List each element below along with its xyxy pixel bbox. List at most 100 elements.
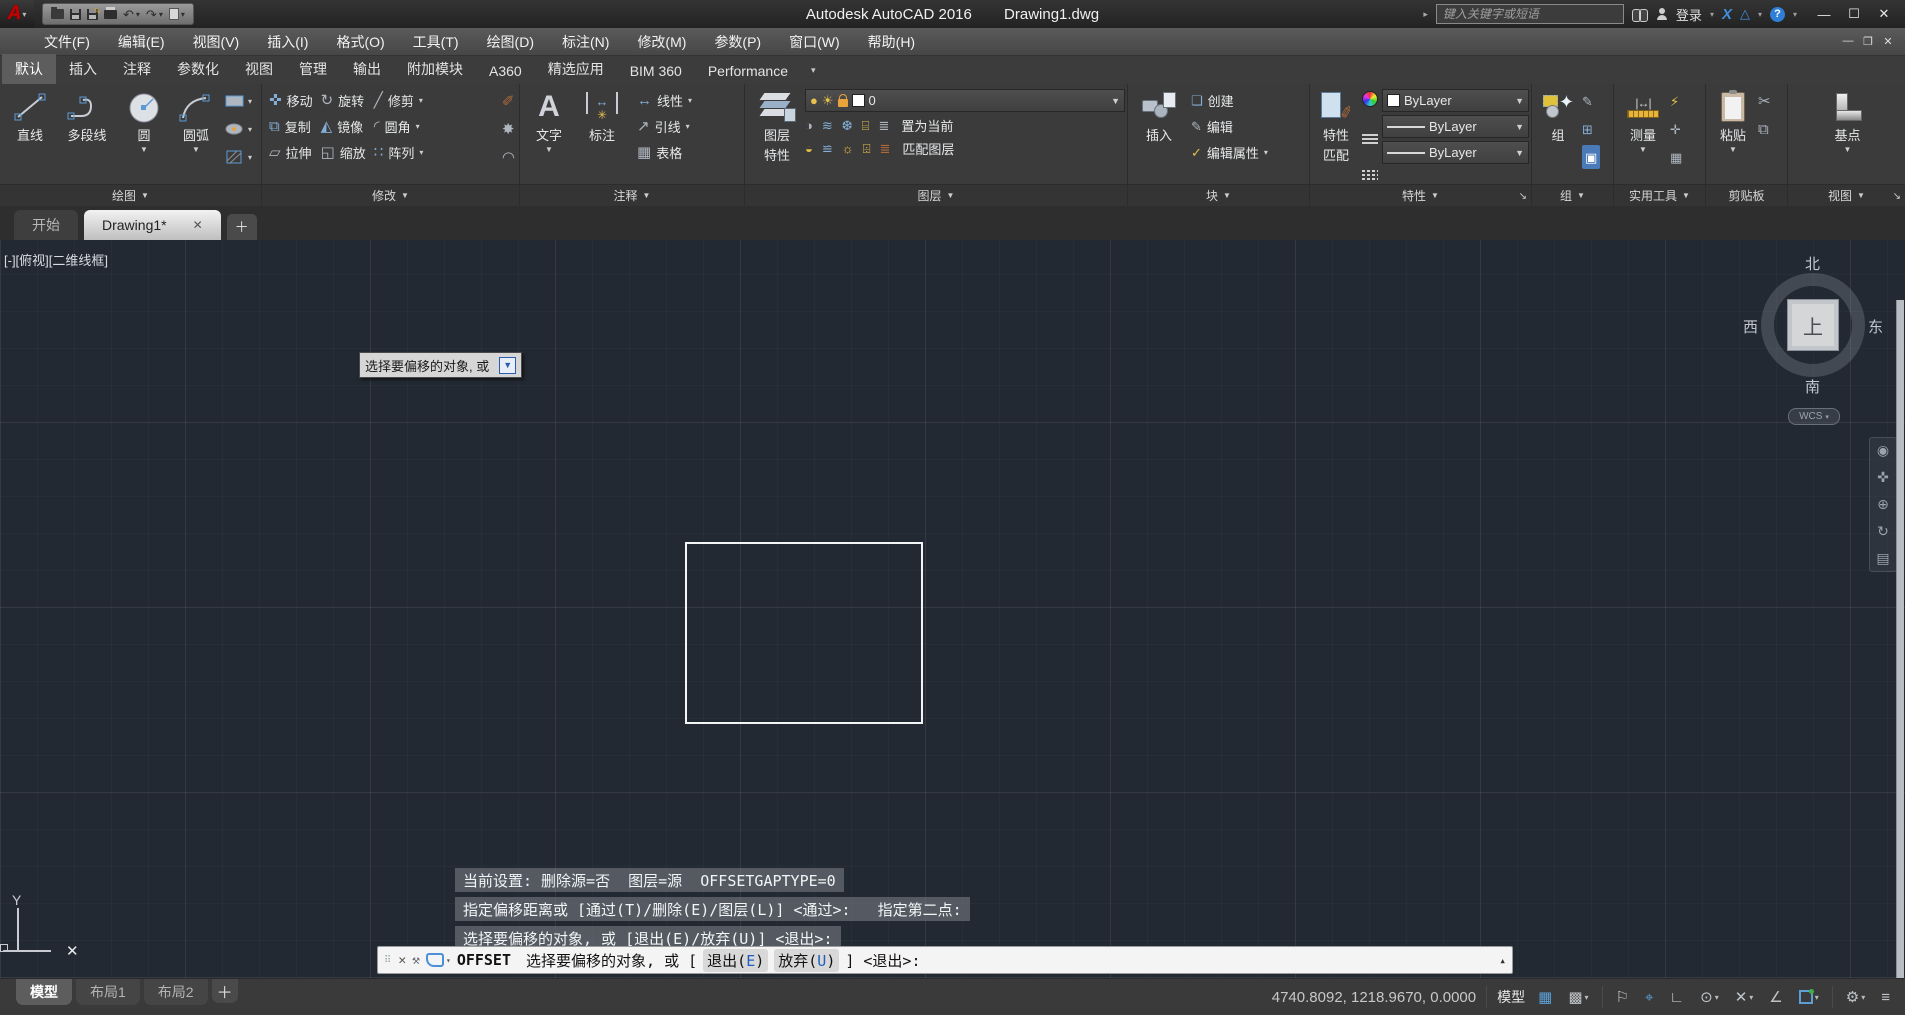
menu-help[interactable]: 帮助(H) bbox=[854, 28, 929, 56]
layer-thaw-sun-icon[interactable]: ☀ bbox=[822, 94, 834, 107]
paste-button[interactable]: 粘贴 ▼ bbox=[1710, 87, 1756, 184]
polar-tracking-toggle[interactable]: ⊙ ▾ bbox=[1697, 986, 1722, 1008]
model-tab[interactable]: 模型 bbox=[16, 979, 72, 1005]
trim-button[interactable]: ╱ 修剪 ▾ bbox=[371, 87, 427, 113]
menu-format[interactable]: 格式(O) bbox=[322, 28, 398, 56]
mirror-button[interactable]: ◭ 镜像 bbox=[318, 113, 369, 139]
menu-window[interactable]: 窗口(W) bbox=[775, 28, 854, 56]
viewcube-top-face[interactable]: 上 bbox=[1787, 299, 1839, 351]
close-button[interactable]: ✕ bbox=[1869, 2, 1899, 26]
a360-icon[interactable]: △ bbox=[1740, 6, 1750, 22]
chevron-down-icon[interactable]: ▾ bbox=[1758, 10, 1762, 19]
ribbon-tab-bim360[interactable]: BIM 360 bbox=[617, 58, 695, 84]
save-as-button[interactable]: ✎ bbox=[87, 6, 101, 20]
ribbon-tab-home[interactable]: 默认 bbox=[2, 54, 56, 84]
match-properties-button[interactable]: ✐ 特性 匹配 bbox=[1314, 87, 1358, 184]
ribbon-options-caret-icon[interactable]: ▾ bbox=[801, 57, 826, 84]
panel-footer-layers[interactable]: 图层 ▼ bbox=[745, 184, 1127, 206]
layer-unlock-all-button[interactable]: ⌹ bbox=[863, 142, 871, 155]
layer-on-bulb-icon[interactable]: ● bbox=[810, 94, 818, 107]
circle-button[interactable]: 圆 ▼ bbox=[118, 87, 170, 184]
chevron-down-icon[interactable]: ▾ bbox=[1710, 10, 1714, 19]
chevron-down-icon[interactable]: ▾ bbox=[446, 956, 451, 965]
maximize-button[interactable]: ☐ bbox=[1839, 2, 1869, 26]
viewcube-east[interactable]: 东 bbox=[1868, 316, 1883, 337]
close-tab-icon[interactable]: ✕ bbox=[193, 218, 203, 232]
create-block-button[interactable]: ❏ 创建 bbox=[1188, 87, 1271, 113]
steering-wheel-icon[interactable]: ◉ bbox=[1877, 442, 1889, 459]
ribbon-tab-featured-apps[interactable]: 精选应用 bbox=[535, 54, 617, 84]
layout1-tab[interactable]: 布局1 bbox=[76, 979, 140, 1005]
orbit-icon[interactable]: ↻ bbox=[1877, 523, 1889, 540]
scale-button[interactable]: ◱ 缩放 bbox=[318, 139, 369, 165]
ribbon-tab-insert[interactable]: 插入 bbox=[56, 54, 110, 84]
panel-footer-modify[interactable]: 修改 ▼ bbox=[262, 184, 519, 206]
showmotion-icon[interactable]: ▤ bbox=[1876, 550, 1889, 567]
minimize-button[interactable]: — bbox=[1809, 2, 1839, 26]
qat-customize-button[interactable]: ▾ bbox=[168, 8, 185, 20]
array-button[interactable]: ∷ 阵列 ▾ bbox=[371, 139, 427, 165]
panel-footer-groups[interactable]: 组 ▼ bbox=[1532, 184, 1613, 206]
layer-isolate-button[interactable]: ≋ bbox=[822, 119, 833, 132]
redo-button[interactable]: ↷ ▾ bbox=[146, 8, 163, 21]
ellipse-tool-button[interactable]: ▾ bbox=[224, 117, 252, 141]
edit-block-button[interactable]: ✎ 编辑 bbox=[1188, 113, 1271, 139]
customize-wrench-icon[interactable]: ⚒ bbox=[412, 953, 420, 968]
copy-button[interactable]: ⧉ 复制 bbox=[266, 113, 316, 139]
doc-minimize-button[interactable]: — bbox=[1839, 35, 1857, 48]
color-wheel-icon[interactable] bbox=[1362, 91, 1378, 107]
undo-option-button[interactable]: 放弃(U) bbox=[774, 948, 840, 972]
menu-tools[interactable]: 工具(T) bbox=[399, 28, 473, 56]
quick-select-button[interactable]: ⚡ bbox=[1670, 89, 1682, 113]
layer-select-combo[interactable]: ● ☀ 0 ▼ bbox=[805, 89, 1125, 112]
quick-calc-button[interactable]: ▦ bbox=[1670, 145, 1682, 169]
set-current-button[interactable]: 置为当前 bbox=[898, 115, 956, 135]
viewcube-west[interactable]: 西 bbox=[1743, 316, 1758, 337]
search-input[interactable] bbox=[1435, 4, 1624, 24]
insert-block-button[interactable]: 插入 bbox=[1132, 87, 1186, 184]
drawing-canvas[interactable]: [-][俯视][二维线框] 选择要偏移的对象, 或 ▼ 北 南 西 东 上 WC… bbox=[0, 240, 1905, 978]
fillet-button[interactable]: ◜ 圆角 ▾ bbox=[371, 113, 427, 139]
open-button[interactable] bbox=[51, 7, 64, 19]
file-tab-start[interactable]: 开始 bbox=[14, 210, 78, 240]
arc-button[interactable]: 圆弧 ▼ bbox=[170, 87, 222, 184]
infocenter-expand-icon[interactable]: ▸ bbox=[1423, 9, 1428, 20]
command-bar-close-button[interactable]: ✕ bbox=[398, 953, 406, 968]
panel-footer-draw[interactable]: 绘图 ▼ bbox=[0, 184, 261, 206]
layer-lock-button[interactable]: ⌸ bbox=[862, 119, 870, 132]
ribbon-tab-performance[interactable]: Performance bbox=[695, 58, 801, 84]
menu-insert[interactable]: 插入(I) bbox=[253, 28, 322, 56]
hatch-tool-button[interactable]: ▾ bbox=[224, 145, 252, 169]
workspace-switch-button[interactable]: ⚙ ▾ bbox=[1843, 986, 1868, 1008]
sign-in-button[interactable]: 登录 bbox=[1676, 5, 1702, 24]
ribbon-tab-addins[interactable]: 附加模块 bbox=[394, 54, 476, 84]
tooltip-options-button[interactable]: ▼ bbox=[499, 356, 517, 374]
doc-close-button[interactable]: ✕ bbox=[1879, 35, 1897, 48]
help-button[interactable]: ? bbox=[1769, 6, 1785, 22]
layer-unlock-icon[interactable] bbox=[837, 94, 848, 107]
explode-button[interactable]: ✸ bbox=[502, 117, 515, 141]
command-badge-icon[interactable] bbox=[425, 953, 444, 967]
wcs-menu-button[interactable]: WCS ▾ bbox=[1788, 408, 1840, 425]
lineweight-icon[interactable] bbox=[1362, 133, 1378, 144]
layer-properties-button[interactable]: 图层 特性 bbox=[749, 87, 805, 184]
polyline-button[interactable]: 多段线 bbox=[56, 87, 118, 184]
menu-draw[interactable]: 绘图(D) bbox=[473, 28, 548, 56]
ribbon-tab-view[interactable]: 视图 bbox=[232, 54, 286, 84]
chevron-down-icon[interactable]: ▾ bbox=[1793, 10, 1797, 19]
infer-constraints-toggle[interactable]: ⚐ bbox=[1613, 986, 1632, 1008]
new-layout-button[interactable]: ＋ bbox=[211, 979, 238, 1003]
lineweight-combo[interactable]: ByLayer ▼ bbox=[1382, 115, 1529, 138]
application-menu-button[interactable]: A ▾ bbox=[0, 0, 34, 28]
panel-footer-utilities[interactable]: 实用工具 ▼ bbox=[1614, 184, 1705, 206]
drawn-rectangle[interactable] bbox=[685, 542, 923, 724]
linetype-combo[interactable]: ByLayer ▼ bbox=[1382, 141, 1529, 164]
group-edit-button[interactable]: ⊞ bbox=[1582, 117, 1600, 141]
undo-button[interactable]: ↶ ▾ bbox=[123, 8, 140, 21]
exit-option-button[interactable]: 退出(E) bbox=[703, 948, 769, 972]
text-button[interactable]: A 文字 ▼ bbox=[524, 87, 574, 184]
group-selection-toggle[interactable]: ▣ bbox=[1582, 145, 1601, 169]
linetype-icon[interactable] bbox=[1362, 170, 1378, 180]
search-binoculars-icon[interactable] bbox=[1631, 8, 1648, 22]
layer-unisolate-button[interactable]: ≌ bbox=[822, 142, 833, 155]
